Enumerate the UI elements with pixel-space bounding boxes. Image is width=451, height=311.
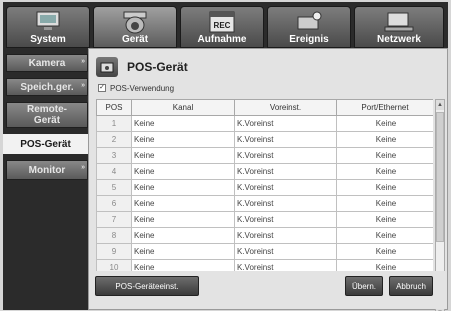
cell-kanal[interactable]: Keine [131, 131, 235, 148]
top-tab-bar: System Gerät REC Aufnahme Ereignis Netzw… [3, 2, 448, 48]
event-icon [297, 11, 322, 30]
pos-device-icon [96, 57, 118, 77]
apply-button[interactable]: Übern. [345, 276, 383, 296]
column-header-kanal: Kanal [131, 99, 235, 116]
chevron-down-icon: » [81, 82, 85, 89]
table-row[interactable]: 4 Keine K.Voreinst Keine [96, 163, 433, 180]
content-panel: POS-Gerät ✓ POS-Verwendung POS Kanal Vor… [88, 48, 448, 311]
cancel-button[interactable]: Abbruch [389, 276, 433, 296]
cell-port[interactable]: Keine [336, 195, 433, 212]
scroll-thumb[interactable] [436, 112, 444, 242]
button-bar: POS-Geräteeinst. Übern. Abbruch [89, 271, 447, 309]
column-header-voreinst: Voreinst. [234, 99, 337, 116]
table-row[interactable]: 6 Keine K.Voreinst Keine [96, 195, 433, 212]
tab-label: Gerät [121, 34, 149, 45]
cell-kanal[interactable]: Keine [131, 179, 235, 196]
sidebar-item-speichger[interactable]: Speich.ger. » [6, 78, 88, 96]
rec-icon: REC [209, 11, 235, 33]
cell-port[interactable]: Keine [336, 147, 433, 164]
column-header-pos: POS [96, 99, 132, 116]
cell-kanal[interactable]: Keine [131, 195, 235, 212]
sidebar-item-remote-geraet[interactable]: Remote- Gerät [6, 102, 88, 128]
network-icon [384, 12, 414, 32]
cell-voreinst[interactable]: K.Voreinst [234, 115, 337, 132]
tab-label: Ereignis [289, 34, 329, 45]
cell-pos: 8 [96, 227, 132, 244]
table-row[interactable]: 7 Keine K.Voreinst Keine [96, 211, 433, 228]
svg-text:REC: REC [214, 21, 231, 30]
cell-kanal[interactable]: Keine [131, 211, 235, 228]
tab-netzwerk[interactable]: Netzwerk [354, 6, 444, 48]
pos-settings-button[interactable]: POS-Geräteeinst. [95, 276, 199, 296]
cell-voreinst[interactable]: K.Voreinst [234, 131, 337, 148]
cell-pos: 9 [96, 243, 132, 260]
cell-voreinst[interactable]: K.Voreinst [234, 179, 337, 196]
table-row[interactable]: 9 Keine K.Voreinst Keine [96, 243, 433, 260]
cell-voreinst[interactable]: K.Voreinst [234, 211, 337, 228]
tab-system[interactable]: System [6, 6, 90, 48]
cell-port[interactable]: Keine [336, 163, 433, 180]
cell-kanal[interactable]: Keine [131, 243, 235, 260]
cell-pos: 2 [96, 131, 132, 148]
page-title: POS-Gerät [127, 60, 188, 74]
cell-voreinst[interactable]: K.Voreinst [234, 163, 337, 180]
cell-kanal[interactable]: Keine [131, 163, 235, 180]
cell-pos: 4 [96, 163, 132, 180]
cell-port[interactable]: Keine [336, 243, 433, 260]
camera-icon [123, 11, 147, 34]
cell-port[interactable]: Keine [336, 179, 433, 196]
tab-geraet[interactable]: Gerät [93, 6, 177, 48]
cell-pos: 6 [96, 195, 132, 212]
cell-voreinst[interactable]: K.Voreinst [234, 195, 337, 212]
cell-voreinst[interactable]: K.Voreinst [234, 147, 337, 164]
table-row[interactable]: 5 Keine K.Voreinst Keine [96, 179, 433, 196]
table-row[interactable]: 2 Keine K.Voreinst Keine [96, 131, 433, 148]
cell-port[interactable]: Keine [336, 131, 433, 148]
sidebar-item-pos-geraet[interactable]: POS-Gerät [3, 134, 88, 154]
tab-label: Aufnahme [197, 34, 247, 45]
pos-usage-label: POS-Verwendung [110, 84, 175, 93]
cell-port[interactable]: Keine [336, 211, 433, 228]
monitor-icon [36, 11, 60, 30]
table-header-row: POS Kanal Voreinst. Port/Ethernet [96, 99, 433, 116]
table-row[interactable]: 8 Keine K.Voreinst Keine [96, 227, 433, 244]
cell-pos: 5 [96, 179, 132, 196]
sidebar-item-label: Kamera [28, 57, 66, 69]
cell-kanal[interactable]: Keine [131, 115, 235, 132]
tab-label: System [30, 34, 66, 45]
sidebar-item-label: POS-Gerät [20, 138, 71, 150]
cell-pos: 7 [96, 211, 132, 228]
cell-port[interactable]: Keine [336, 227, 433, 244]
tab-aufnahme[interactable]: REC Aufnahme [180, 6, 264, 48]
scroll-up-icon[interactable]: ▲ [436, 100, 444, 110]
column-header-port: Port/Ethernet [336, 99, 433, 116]
table-row[interactable]: 1 Keine K.Voreinst Keine [96, 115, 433, 132]
sidebar-item-label: Monitor [28, 164, 66, 176]
cell-voreinst[interactable]: K.Voreinst [234, 243, 337, 260]
sidebar: Kamera » Speich.ger. » Remote- Gerät POS… [3, 48, 88, 310]
cell-port[interactable]: Keine [336, 115, 433, 132]
cell-kanal[interactable]: Keine [131, 227, 235, 244]
sidebar-item-label: Speich.ger. [20, 81, 74, 93]
cell-pos: 1 [96, 115, 132, 132]
sidebar-item-kamera[interactable]: Kamera » [6, 54, 88, 72]
chevron-down-icon: » [81, 58, 85, 65]
cell-voreinst[interactable]: K.Voreinst [234, 227, 337, 244]
tab-ereignis[interactable]: Ereignis [267, 6, 351, 48]
chevron-down-icon: » [81, 164, 85, 171]
table-row[interactable]: 3 Keine K.Voreinst Keine [96, 147, 433, 164]
sidebar-item-monitor[interactable]: Monitor » [6, 160, 88, 180]
cell-kanal[interactable]: Keine [131, 147, 235, 164]
tab-label: Netzwerk [377, 34, 421, 45]
cell-pos: 3 [96, 147, 132, 164]
sidebar-item-label: Remote- Gerät [26, 104, 67, 126]
pos-usage-checkbox[interactable]: ✓ [98, 84, 106, 92]
